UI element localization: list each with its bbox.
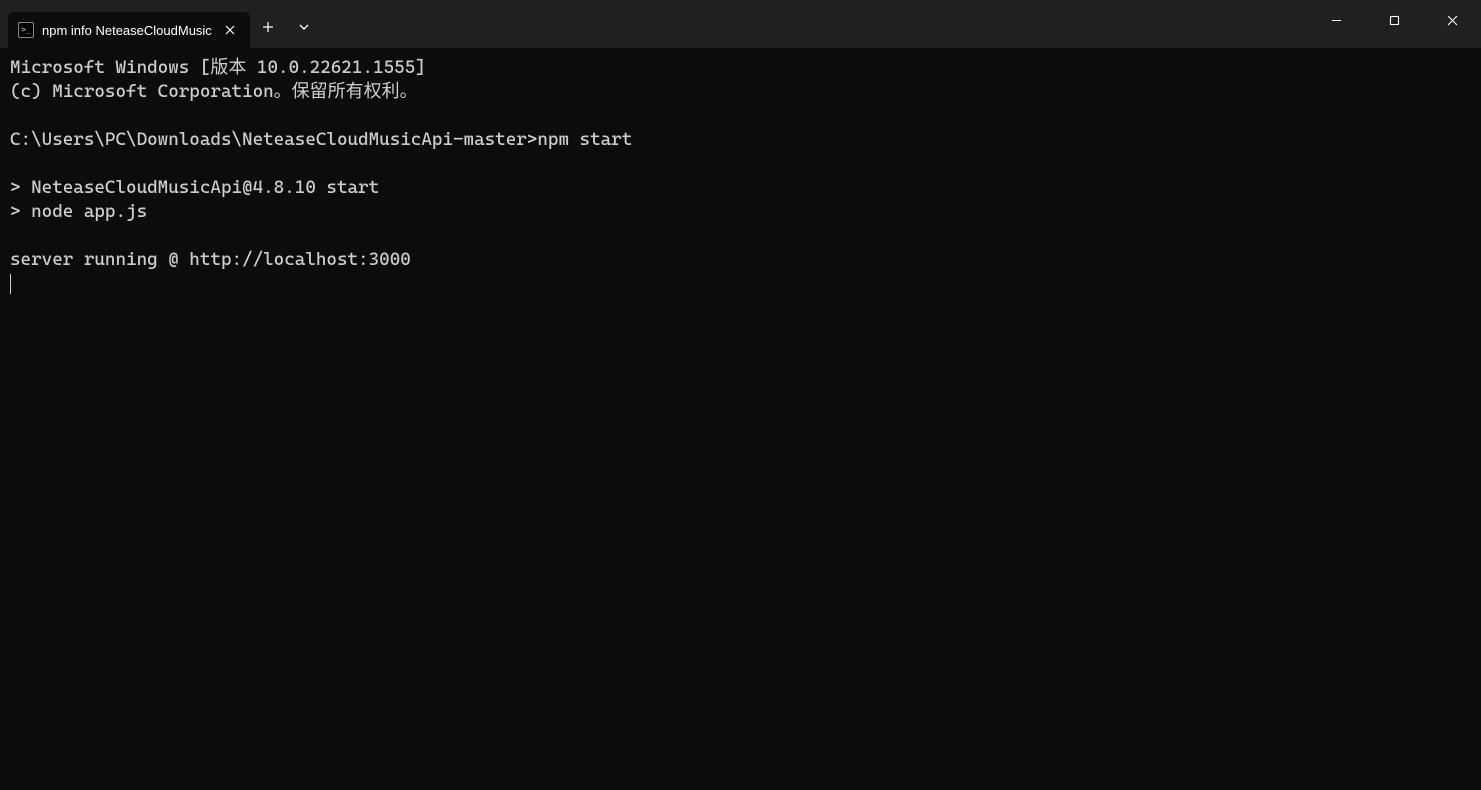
terminal-tab[interactable]: >_ npm info NeteaseCloudMusic xyxy=(8,12,250,48)
terminal-line: server running @ http://localhost:3000 xyxy=(10,249,411,270)
close-button[interactable] xyxy=(1423,0,1481,40)
cursor xyxy=(10,274,11,294)
maximize-button[interactable] xyxy=(1365,0,1423,40)
terminal-line: C:\Users\PC\Downloads\NeteaseCloudMusicA… xyxy=(10,129,632,150)
tab-dropdown-button[interactable] xyxy=(286,9,322,45)
tab-actions xyxy=(250,0,322,48)
terminal-line: (c) Microsoft Corporation。保留所有权利。 xyxy=(10,81,418,102)
window-controls xyxy=(1307,0,1481,40)
new-tab-button[interactable] xyxy=(250,9,286,45)
terminal-line: > node app.js xyxy=(10,201,147,222)
tab-close-button[interactable] xyxy=(220,20,240,40)
terminal-icon: >_ xyxy=(18,22,34,38)
minimize-button[interactable] xyxy=(1307,0,1365,40)
terminal-line: > NeteaseCloudMusicApi@4.8.10 start xyxy=(10,177,379,198)
tabs-area: >_ npm info NeteaseCloudMusic xyxy=(0,0,322,48)
terminal-output[interactable]: Microsoft Windows [版本 10.0.22621.1555] (… xyxy=(0,48,1481,304)
terminal-line: Microsoft Windows [版本 10.0.22621.1555] xyxy=(10,57,426,78)
tab-title: npm info NeteaseCloudMusic xyxy=(42,23,212,38)
titlebar: >_ npm info NeteaseCloudMusic xyxy=(0,0,1481,48)
